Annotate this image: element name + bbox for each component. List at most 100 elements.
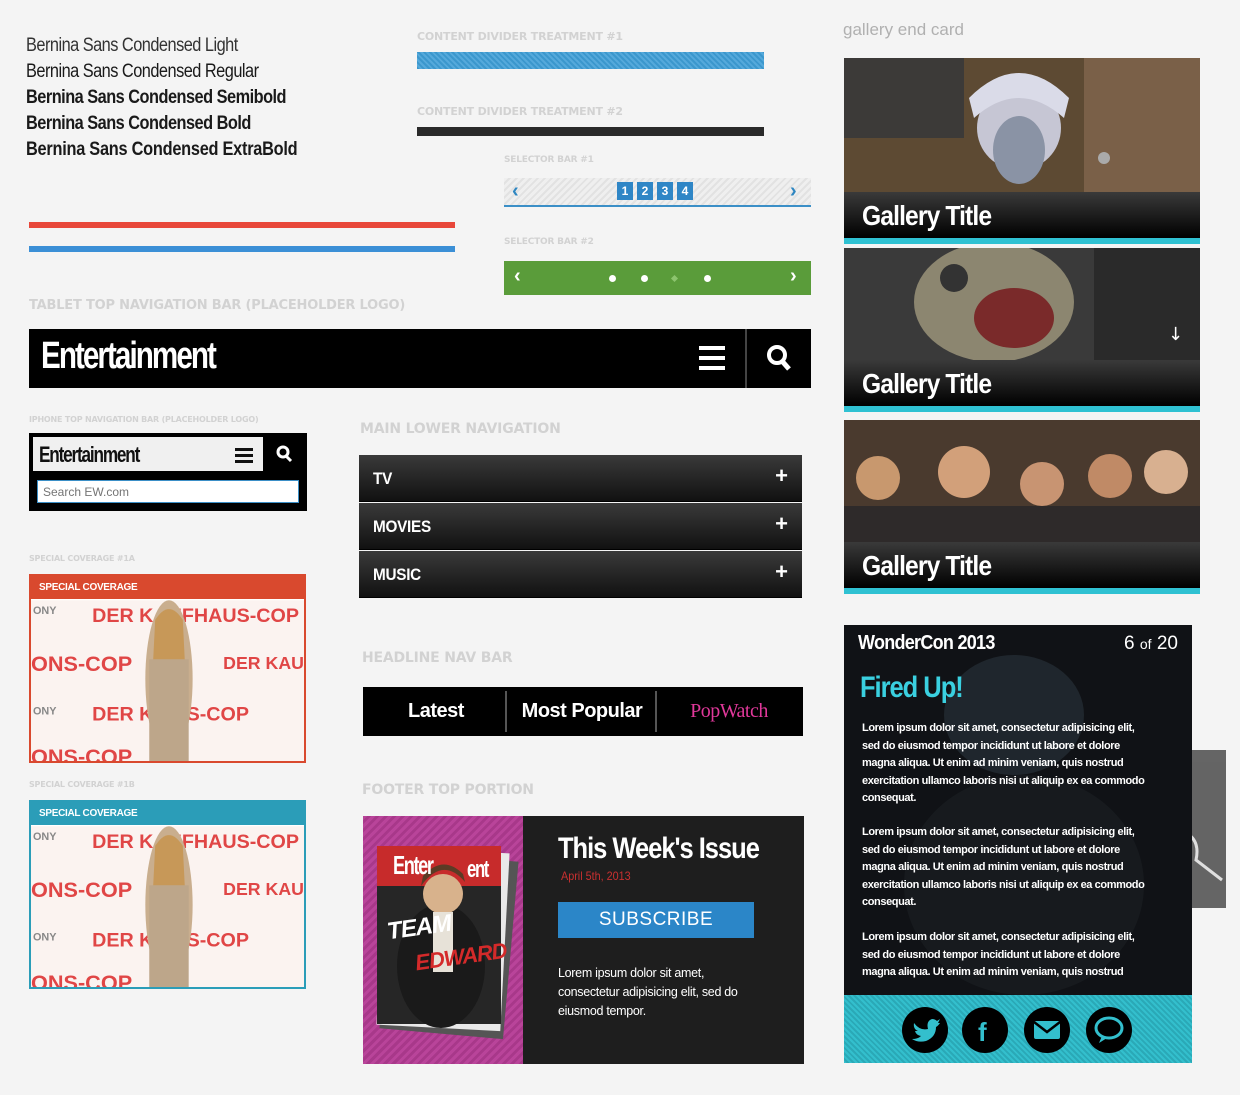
selector1-page-1[interactable]: 1 bbox=[617, 182, 633, 200]
event-title: WonderCon 2013 bbox=[858, 632, 995, 654]
gallery-end-label: gallery end card bbox=[843, 20, 964, 39]
special-coverage-photo: ONY DER KAUFHAUS-COP ONS-COP DER KAUF ON… bbox=[31, 825, 304, 989]
tab-latest[interactable]: Latest bbox=[367, 691, 507, 732]
svg-text:ONY: ONY bbox=[33, 706, 57, 718]
selector1-page-3[interactable]: 3 bbox=[657, 182, 673, 200]
selector2-dot-4[interactable] bbox=[704, 275, 711, 282]
svg-text:ONS-COP: ONS-COP bbox=[31, 877, 132, 902]
font-sample-regular: Bernina Sans Condensed Regular bbox=[26, 61, 259, 82]
tab-popwatch[interactable]: PopWatch bbox=[659, 691, 799, 732]
gallery-photo-1 bbox=[844, 58, 1200, 192]
selector1-label: SELECTOR BAR #1 bbox=[504, 155, 594, 165]
selector2-dot-active[interactable] bbox=[670, 274, 679, 283]
gallery-title-bar: Gallery Title bbox=[844, 542, 1200, 594]
divider1-label: CONTENT DIVIDER TREATMENT #1 bbox=[417, 30, 623, 43]
menu-button[interactable] bbox=[697, 329, 747, 388]
selector-bar-1: ‹ 1 2 3 4 › bbox=[504, 178, 811, 207]
main-lower-nav-label: MAIN LOWER NAVIGATION bbox=[360, 421, 561, 437]
gallery-title: Gallery Title bbox=[862, 200, 992, 231]
selector1-page-2[interactable]: 2 bbox=[637, 182, 653, 200]
lower-nav-item-movies[interactable]: MOVIES + bbox=[359, 503, 802, 550]
svg-text:f: f bbox=[978, 1017, 987, 1047]
headline-nav-label: HEADLINE NAV BAR bbox=[362, 650, 513, 666]
entertainment-logo-small[interactable]: Entertainment bbox=[39, 442, 140, 468]
svg-text:ONS-COP: ONS-COP bbox=[31, 744, 132, 763]
twitter-icon bbox=[912, 1019, 940, 1042]
font-sample-light: Bernina Sans Condensed Light bbox=[26, 35, 238, 56]
gallery-title-bar: Gallery Title bbox=[844, 360, 1200, 412]
facebook-share-button[interactable]: f bbox=[962, 1007, 1008, 1053]
selector1-next-button[interactable]: › bbox=[790, 180, 797, 203]
swipe-hint-tab[interactable] bbox=[1160, 750, 1226, 908]
search-input[interactable] bbox=[37, 480, 299, 503]
lower-nav-label: MOVIES bbox=[373, 517, 431, 536]
content-divider-2 bbox=[417, 127, 764, 136]
search-icon[interactable] bbox=[269, 441, 301, 469]
expand-plus-icon[interactable]: + bbox=[775, 511, 788, 537]
counter-total: 20 bbox=[1156, 633, 1178, 654]
special-coverage-header: SPECIAL COVERAGE bbox=[31, 802, 304, 825]
lower-nav-item-tv[interactable]: TV + bbox=[359, 455, 802, 502]
social-share-bar: f bbox=[844, 995, 1192, 1063]
footer-body: Lorem ipsum dolor sit amet, consectetur … bbox=[558, 966, 738, 1018]
special-coverage-header: SPECIAL COVERAGE bbox=[31, 576, 304, 599]
tab-most-popular[interactable]: Most Popular bbox=[509, 691, 657, 732]
special-1b-label: SPECIAL COVERAGE #1B bbox=[29, 780, 135, 789]
iphone-nav-top: Entertainment bbox=[33, 437, 263, 471]
special-coverage-1a[interactable]: SPECIAL COVERAGE ONY DER KAUFHAUS-COP ON… bbox=[29, 574, 306, 763]
selector-bar-2: ‹ › bbox=[504, 261, 811, 295]
tablet-nav-label: TABLET TOP NAVIGATION BAR (PLACEHOLDER L… bbox=[29, 298, 406, 313]
mag-cover-word-2: ent bbox=[467, 856, 489, 883]
comment-share-button[interactable] bbox=[1086, 1007, 1132, 1053]
selector1-page-4[interactable]: 4 bbox=[677, 182, 693, 200]
counter-of: of bbox=[1139, 636, 1152, 652]
gallery-title: Gallery Title bbox=[862, 368, 992, 399]
expand-plus-icon[interactable]: + bbox=[775, 463, 788, 489]
footer-top-portion: Enter ent TEAM EDWARD This Week's Issue … bbox=[363, 816, 804, 1064]
svg-text:ONS-COP: ONS-COP bbox=[31, 970, 132, 989]
search-button[interactable] bbox=[749, 329, 811, 388]
entertainment-logo[interactable]: Entertainment bbox=[41, 335, 217, 378]
magazine-cover-panel[interactable]: Enter ent TEAM EDWARD bbox=[363, 816, 523, 1064]
detail-paragraph-3: Lorem ipsum dolor sit amet, consectetur … bbox=[862, 931, 1135, 978]
gallery-detail-card: WonderCon 2013 6 of 20 Fired Up! Lorem i… bbox=[844, 625, 1192, 1063]
selector2-dot-1[interactable] bbox=[609, 275, 616, 282]
subscribe-button[interactable]: SUBSCRIBE bbox=[558, 902, 754, 938]
font-sample-extrabold: Bernina Sans Condensed ExtraBold bbox=[26, 139, 298, 160]
divider2-label: CONTENT DIVIDER TREATMENT #2 bbox=[417, 105, 623, 118]
selector2-label: SELECTOR BAR #2 bbox=[504, 237, 594, 247]
blue-rule bbox=[29, 246, 455, 252]
search-icon bbox=[767, 345, 791, 371]
twitter-share-button[interactable] bbox=[902, 1007, 948, 1053]
gallery-card-1[interactable]: Gallery Title bbox=[844, 58, 1200, 248]
special-coverage-1b[interactable]: SPECIAL COVERAGE ONY DER KAUFHAUS-COP ON… bbox=[29, 800, 306, 989]
detail-paragraph-1: Lorem ipsum dolor sit amet, consectetur … bbox=[862, 722, 1145, 804]
facebook-icon: f bbox=[978, 1017, 987, 1047]
hand-swipe-icon bbox=[1160, 763, 1223, 882]
lower-nav-item-music[interactable]: MUSIC + bbox=[359, 551, 802, 598]
hamburger-icon[interactable] bbox=[233, 445, 255, 465]
expand-plus-icon[interactable]: + bbox=[775, 559, 788, 585]
selector1-prev-button[interactable]: ‹ bbox=[512, 180, 519, 203]
tablet-top-nav-bar: Entertainment bbox=[29, 329, 811, 388]
red-rule bbox=[29, 222, 455, 228]
detail-paragraph-2: Lorem ipsum dolor sit amet, consectetur … bbox=[862, 826, 1145, 908]
gallery-title: Gallery Title bbox=[862, 550, 992, 581]
selector2-next-button[interactable]: › bbox=[790, 265, 797, 288]
special-coverage-photo: ONY DER KAUFHAUS-COP ONS-COP DER KAUF ON… bbox=[31, 599, 304, 763]
mail-share-button[interactable] bbox=[1024, 1007, 1070, 1053]
svg-text:ONY: ONY bbox=[33, 932, 57, 944]
selector2-dot-2[interactable] bbox=[641, 275, 648, 282]
gallery-card-3[interactable]: Gallery Title bbox=[844, 420, 1200, 601]
selector2-prev-button[interactable]: ‹ bbox=[514, 265, 521, 288]
svg-text:DER KAUF: DER KAUF bbox=[223, 879, 304, 899]
mag-cover-word-1: Enter bbox=[393, 850, 434, 880]
footer-title: This Week's Issue bbox=[558, 832, 760, 865]
hamburger-icon bbox=[699, 346, 725, 370]
svg-text:ONY: ONY bbox=[33, 605, 57, 617]
gallery-card-2[interactable]: ↓ Gallery Title bbox=[844, 248, 1200, 420]
gallery-photo-2: ↓ bbox=[844, 248, 1200, 360]
counter-current: 6 bbox=[1124, 633, 1135, 654]
comment-icon bbox=[1094, 1016, 1124, 1043]
special-1a-label: SPECIAL COVERAGE #1A bbox=[29, 554, 135, 563]
